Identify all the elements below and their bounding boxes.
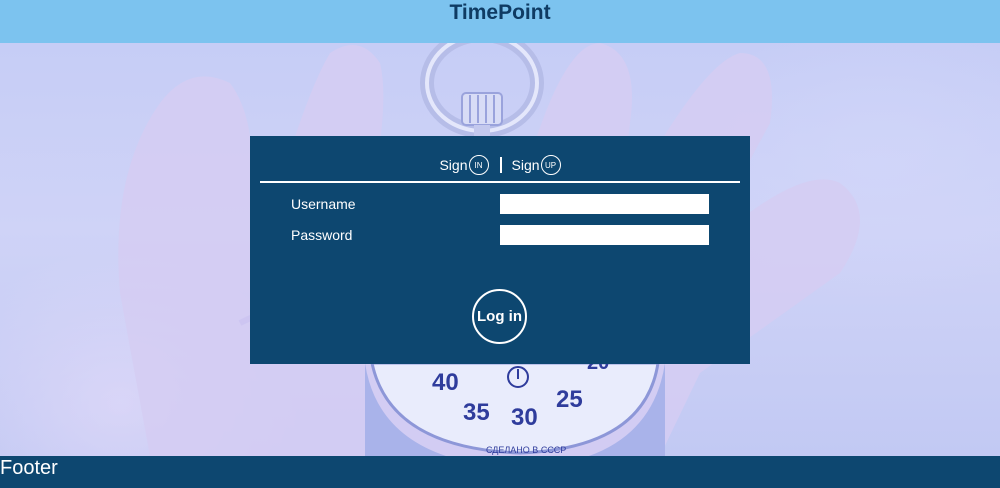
dial-number-25: 25 bbox=[556, 386, 583, 413]
dial-number-30: 30 bbox=[511, 404, 538, 431]
sign-up-badge-icon: UP bbox=[540, 155, 561, 175]
app-header: TimePoint bbox=[0, 0, 1000, 43]
dial-number-35: 35 bbox=[463, 399, 490, 426]
password-row: Password bbox=[291, 225, 711, 245]
sign-in-badge-icon: IN bbox=[468, 155, 489, 175]
footer-text: Footer bbox=[0, 457, 58, 479]
password-label: Password bbox=[291, 227, 353, 243]
stopwatch-crown bbox=[461, 92, 503, 126]
tab-separator bbox=[499, 157, 502, 173]
login-panel: Sign IN Sign UP Username Password Log in bbox=[250, 136, 750, 364]
username-input[interactable] bbox=[500, 194, 709, 214]
password-input[interactable] bbox=[500, 225, 709, 245]
login-button[interactable]: Log in bbox=[472, 289, 527, 344]
tab-sign-up-label: Sign bbox=[511, 157, 540, 173]
app-title: TimePoint bbox=[449, 1, 551, 24]
tabs-divider bbox=[260, 181, 740, 183]
tab-sign-in-label: Sign bbox=[439, 157, 468, 173]
username-row: Username bbox=[291, 194, 711, 214]
dial-caption: СДЕЛАНО В СССР bbox=[486, 445, 566, 455]
footer: Footer bbox=[0, 456, 1000, 488]
dial-number-40: 40 bbox=[432, 369, 459, 396]
auth-tabs: Sign IN Sign UP bbox=[250, 153, 750, 177]
username-label: Username bbox=[291, 196, 356, 212]
tab-sign-up[interactable]: Sign UP bbox=[512, 155, 561, 175]
tab-sign-in[interactable]: Sign IN bbox=[439, 155, 489, 175]
